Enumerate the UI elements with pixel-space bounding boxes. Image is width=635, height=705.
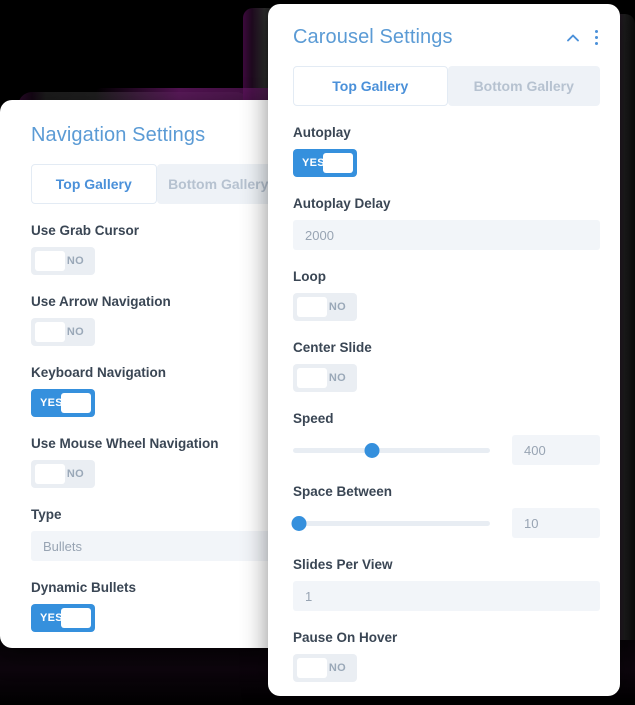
label-center-slide: Center Slide [293,340,372,355]
toggle-value-keyboard-navigation: YES [40,397,63,409]
field-use-mouse-wheel-navigation: Use Mouse Wheel Navigation NO [31,436,280,488]
field-autoplay: Autoplay YES [293,125,600,177]
kebab-dot [595,36,598,39]
toggle-value-use-mouse-wheel-navigation: NO [66,468,84,480]
toggle-value-pause-on-hover: NO [328,662,346,674]
toggle-use-arrow-navigation[interactable]: NO [31,318,95,346]
navigation-tab-bar: Top Gallery Bottom Gallery [31,164,280,204]
label-keyboard-navigation: Keyboard Navigation [31,365,167,380]
label-space-between: Space Between [293,484,393,499]
field-space-between: Space Between 10 [291,484,600,538]
toggle-use-grab-cursor[interactable]: NO [31,247,95,275]
toggle-value-dynamic-bullets: YES [40,612,63,624]
label-use-arrow-navigation: Use Arrow Navigation [31,294,171,309]
toggle-dynamic-bullets[interactable]: YES [31,604,95,632]
chevron-up-icon[interactable] [565,30,581,46]
label-autoplay: Autoplay [293,125,351,140]
kebab-dot [595,42,598,45]
label-dynamic-bullets: Dynamic Bullets [31,580,137,595]
toggle-keyboard-navigation[interactable]: YES [31,389,95,417]
field-type: Type Bullets [31,507,280,561]
toggle-knob [61,393,91,413]
toggle-knob [297,297,327,317]
toggle-pause-on-hover[interactable]: NO [293,654,357,682]
tab-top-gallery-carousel[interactable]: Top Gallery [293,66,448,106]
toggle-value-use-grab-cursor: NO [66,255,84,267]
field-autoplay-delay: Autoplay Delay 2000 [293,196,600,250]
label-slides-per-view: Slides Per View [293,557,393,572]
label-type: Type [31,507,62,522]
field-center-slide: Center Slide NO [293,340,600,392]
carousel-settings-panel: Carousel Settings Top Gallery Bottom Gal… [268,4,620,696]
label-autoplay-delay: Autoplay Delay [293,196,391,211]
toggle-knob [297,368,327,388]
input-speed-value[interactable]: 400 [512,435,600,465]
tab-top-gallery-navigation[interactable]: Top Gallery [31,164,157,204]
kebab-dot [595,30,598,33]
kebab-menu-icon[interactable] [593,28,600,47]
navigation-panel-title: Navigation Settings [31,124,206,146]
slider-thumb[interactable] [291,515,307,531]
toggle-loop[interactable]: NO [293,293,357,321]
slider-track [293,447,490,453]
toggle-knob [35,464,65,484]
toggle-value-loop: NO [328,301,346,313]
label-loop: Loop [293,269,326,284]
field-keyboard-navigation: Keyboard Navigation YES [31,365,280,417]
toggle-value-use-arrow-navigation: NO [66,326,84,338]
slider-row-speed: 400 [293,435,600,465]
input-autoplay-delay[interactable]: 2000 [293,220,600,250]
carousel-header-actions [565,28,600,47]
field-pause-on-hover: Pause On Hover NO [293,630,600,682]
label-use-grab-cursor: Use Grab Cursor [31,223,140,238]
navigation-settings-panel: Navigation Settings Top Gallery Bottom G… [0,100,280,648]
toggle-knob [35,251,65,271]
input-space-between-value[interactable]: 10 [512,508,600,538]
field-use-grab-cursor: Use Grab Cursor NO [31,223,280,275]
slider-track [293,520,490,526]
carousel-panel-title: Carousel Settings [293,26,453,48]
input-type[interactable]: Bullets [31,531,280,561]
slider-speed[interactable] [293,441,490,459]
toggle-autoplay[interactable]: YES [293,149,357,177]
field-loop: Loop NO [293,269,600,321]
toggle-value-center-slide: NO [328,372,346,384]
toggle-knob [297,658,327,678]
label-use-mouse-wheel-navigation: Use Mouse Wheel Navigation [31,436,219,451]
field-dynamic-bullets: Dynamic Bullets YES [31,580,280,632]
toggle-value-autoplay: YES [302,157,325,169]
toggle-knob [61,608,91,628]
toggle-center-slide[interactable]: NO [293,364,357,392]
field-speed: Speed 400 [293,411,600,465]
tab-bottom-gallery-carousel[interactable]: Bottom Gallery [447,66,600,106]
slider-space-between[interactable] [291,514,490,532]
label-speed: Speed [293,411,334,426]
tab-bottom-gallery-navigation[interactable]: Bottom Gallery [156,164,280,204]
field-slides-per-view: Slides Per View 1 [293,557,600,611]
slider-row-space-between: 10 [291,508,600,538]
carousel-tab-bar: Top Gallery Bottom Gallery [293,66,600,106]
toggle-use-mouse-wheel-navigation[interactable]: NO [31,460,95,488]
toggle-knob [35,322,65,342]
input-slides-per-view[interactable]: 1 [293,581,600,611]
field-use-arrow-navigation: Use Arrow Navigation NO [31,294,280,346]
carousel-panel-header: Carousel Settings [293,26,600,49]
slider-thumb[interactable] [364,442,380,458]
toggle-knob [323,153,353,173]
label-pause-on-hover: Pause On Hover [293,630,398,645]
